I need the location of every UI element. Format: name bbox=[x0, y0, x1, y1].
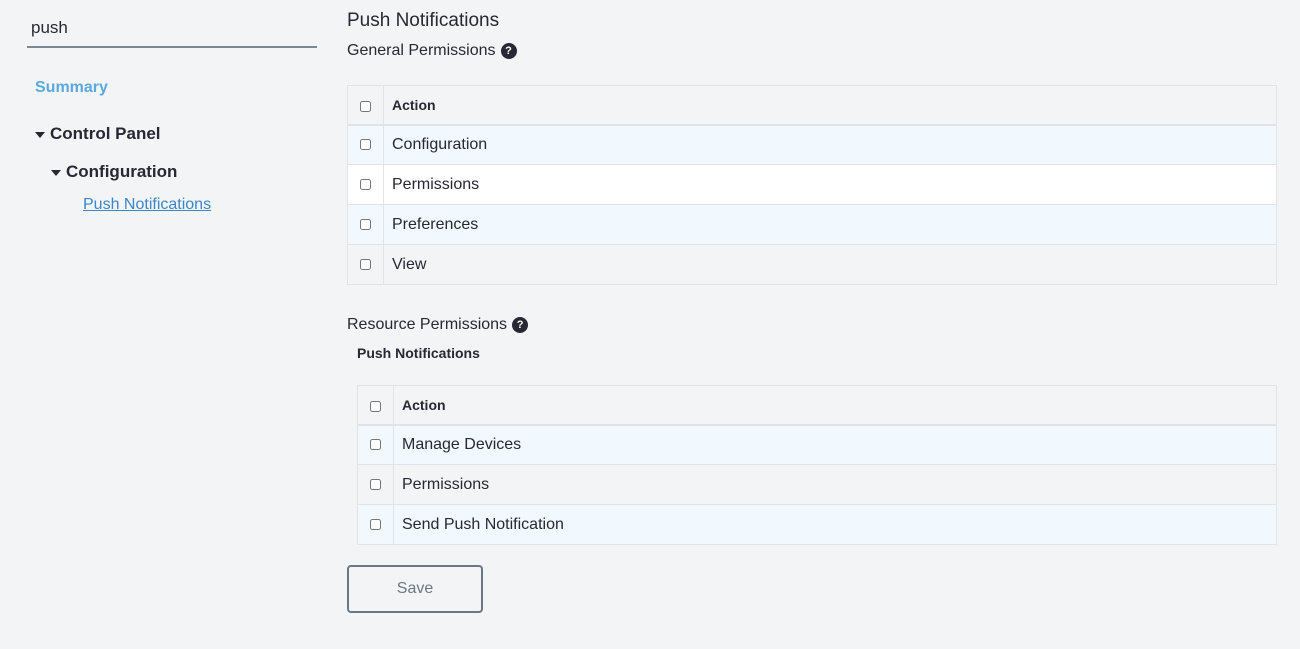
action-cell: Permissions bbox=[393, 464, 1277, 505]
select-all-cell bbox=[347, 85, 384, 126]
sidebar: Summary Control Panel Configuration Push… bbox=[0, 0, 330, 649]
checkbox-cell bbox=[347, 244, 384, 285]
tree-link-push-notifications[interactable]: Push Notifications bbox=[83, 196, 211, 214]
table-row: Permissions bbox=[357, 464, 1277, 505]
row-checkbox[interactable] bbox=[370, 518, 381, 530]
row-checkbox[interactable] bbox=[360, 178, 371, 190]
tree-node-label: Control Panel bbox=[50, 124, 161, 143]
row-checkbox[interactable] bbox=[370, 478, 381, 490]
action-cell: Permissions bbox=[383, 164, 1277, 205]
summary-link[interactable]: Summary bbox=[35, 79, 108, 97]
row-checkbox[interactable] bbox=[360, 218, 371, 230]
resource-permissions-title: Resource Permissions ? bbox=[347, 316, 529, 334]
save-button[interactable]: Save bbox=[347, 565, 483, 613]
help-icon[interactable]: ? bbox=[500, 43, 517, 59]
select-all-checkbox[interactable] bbox=[370, 400, 381, 412]
table-row: Preferences bbox=[347, 204, 1277, 245]
help-icon[interactable]: ? bbox=[512, 317, 529, 333]
action-cell: Send Push Notification bbox=[393, 504, 1277, 545]
select-all-cell bbox=[357, 385, 394, 426]
search-input[interactable] bbox=[27, 10, 317, 48]
table-row: View bbox=[347, 244, 1277, 285]
tree-node-configuration[interactable]: Configuration bbox=[51, 162, 177, 182]
column-header-action: Action bbox=[383, 85, 1277, 126]
section-title-label: General Permissions bbox=[347, 42, 496, 59]
select-all-checkbox[interactable] bbox=[360, 100, 371, 112]
table-row: Send Push Notification bbox=[357, 504, 1277, 545]
section-title-label: Resource Permissions bbox=[347, 316, 508, 333]
table-row: Configuration bbox=[347, 124, 1277, 165]
column-header-action: Action bbox=[393, 385, 1277, 426]
checkbox-cell bbox=[347, 164, 384, 205]
row-checkbox[interactable] bbox=[360, 258, 371, 270]
action-cell: Manage Devices bbox=[393, 424, 1277, 465]
caret-down-icon[interactable] bbox=[35, 132, 45, 138]
general-permissions-table: Action Configuration Permissions Prefere… bbox=[347, 85, 1277, 285]
checkbox-cell bbox=[347, 204, 384, 245]
general-permissions-title: General Permissions ? bbox=[347, 42, 517, 60]
tree-node-control-panel[interactable]: Control Panel bbox=[35, 124, 161, 144]
caret-down-icon[interactable] bbox=[51, 170, 61, 176]
checkbox-cell bbox=[357, 504, 394, 545]
row-checkbox[interactable] bbox=[370, 439, 381, 451]
action-cell: View bbox=[383, 244, 1277, 285]
table-row: Permissions bbox=[347, 164, 1277, 205]
table-row: Manage Devices bbox=[357, 424, 1277, 465]
action-cell: Preferences bbox=[383, 204, 1277, 245]
resource-subtitle: Push Notifications bbox=[357, 345, 480, 361]
resource-permissions-table: Action Manage Devices Permissions Send P… bbox=[357, 385, 1277, 545]
tree-node-label: Configuration bbox=[66, 162, 178, 181]
checkbox-cell bbox=[347, 124, 384, 165]
checkbox-cell bbox=[357, 424, 394, 465]
checkbox-cell bbox=[357, 464, 394, 505]
row-checkbox[interactable] bbox=[360, 139, 371, 151]
action-cell: Configuration bbox=[383, 124, 1277, 165]
page-title: Push Notifications bbox=[347, 10, 500, 31]
